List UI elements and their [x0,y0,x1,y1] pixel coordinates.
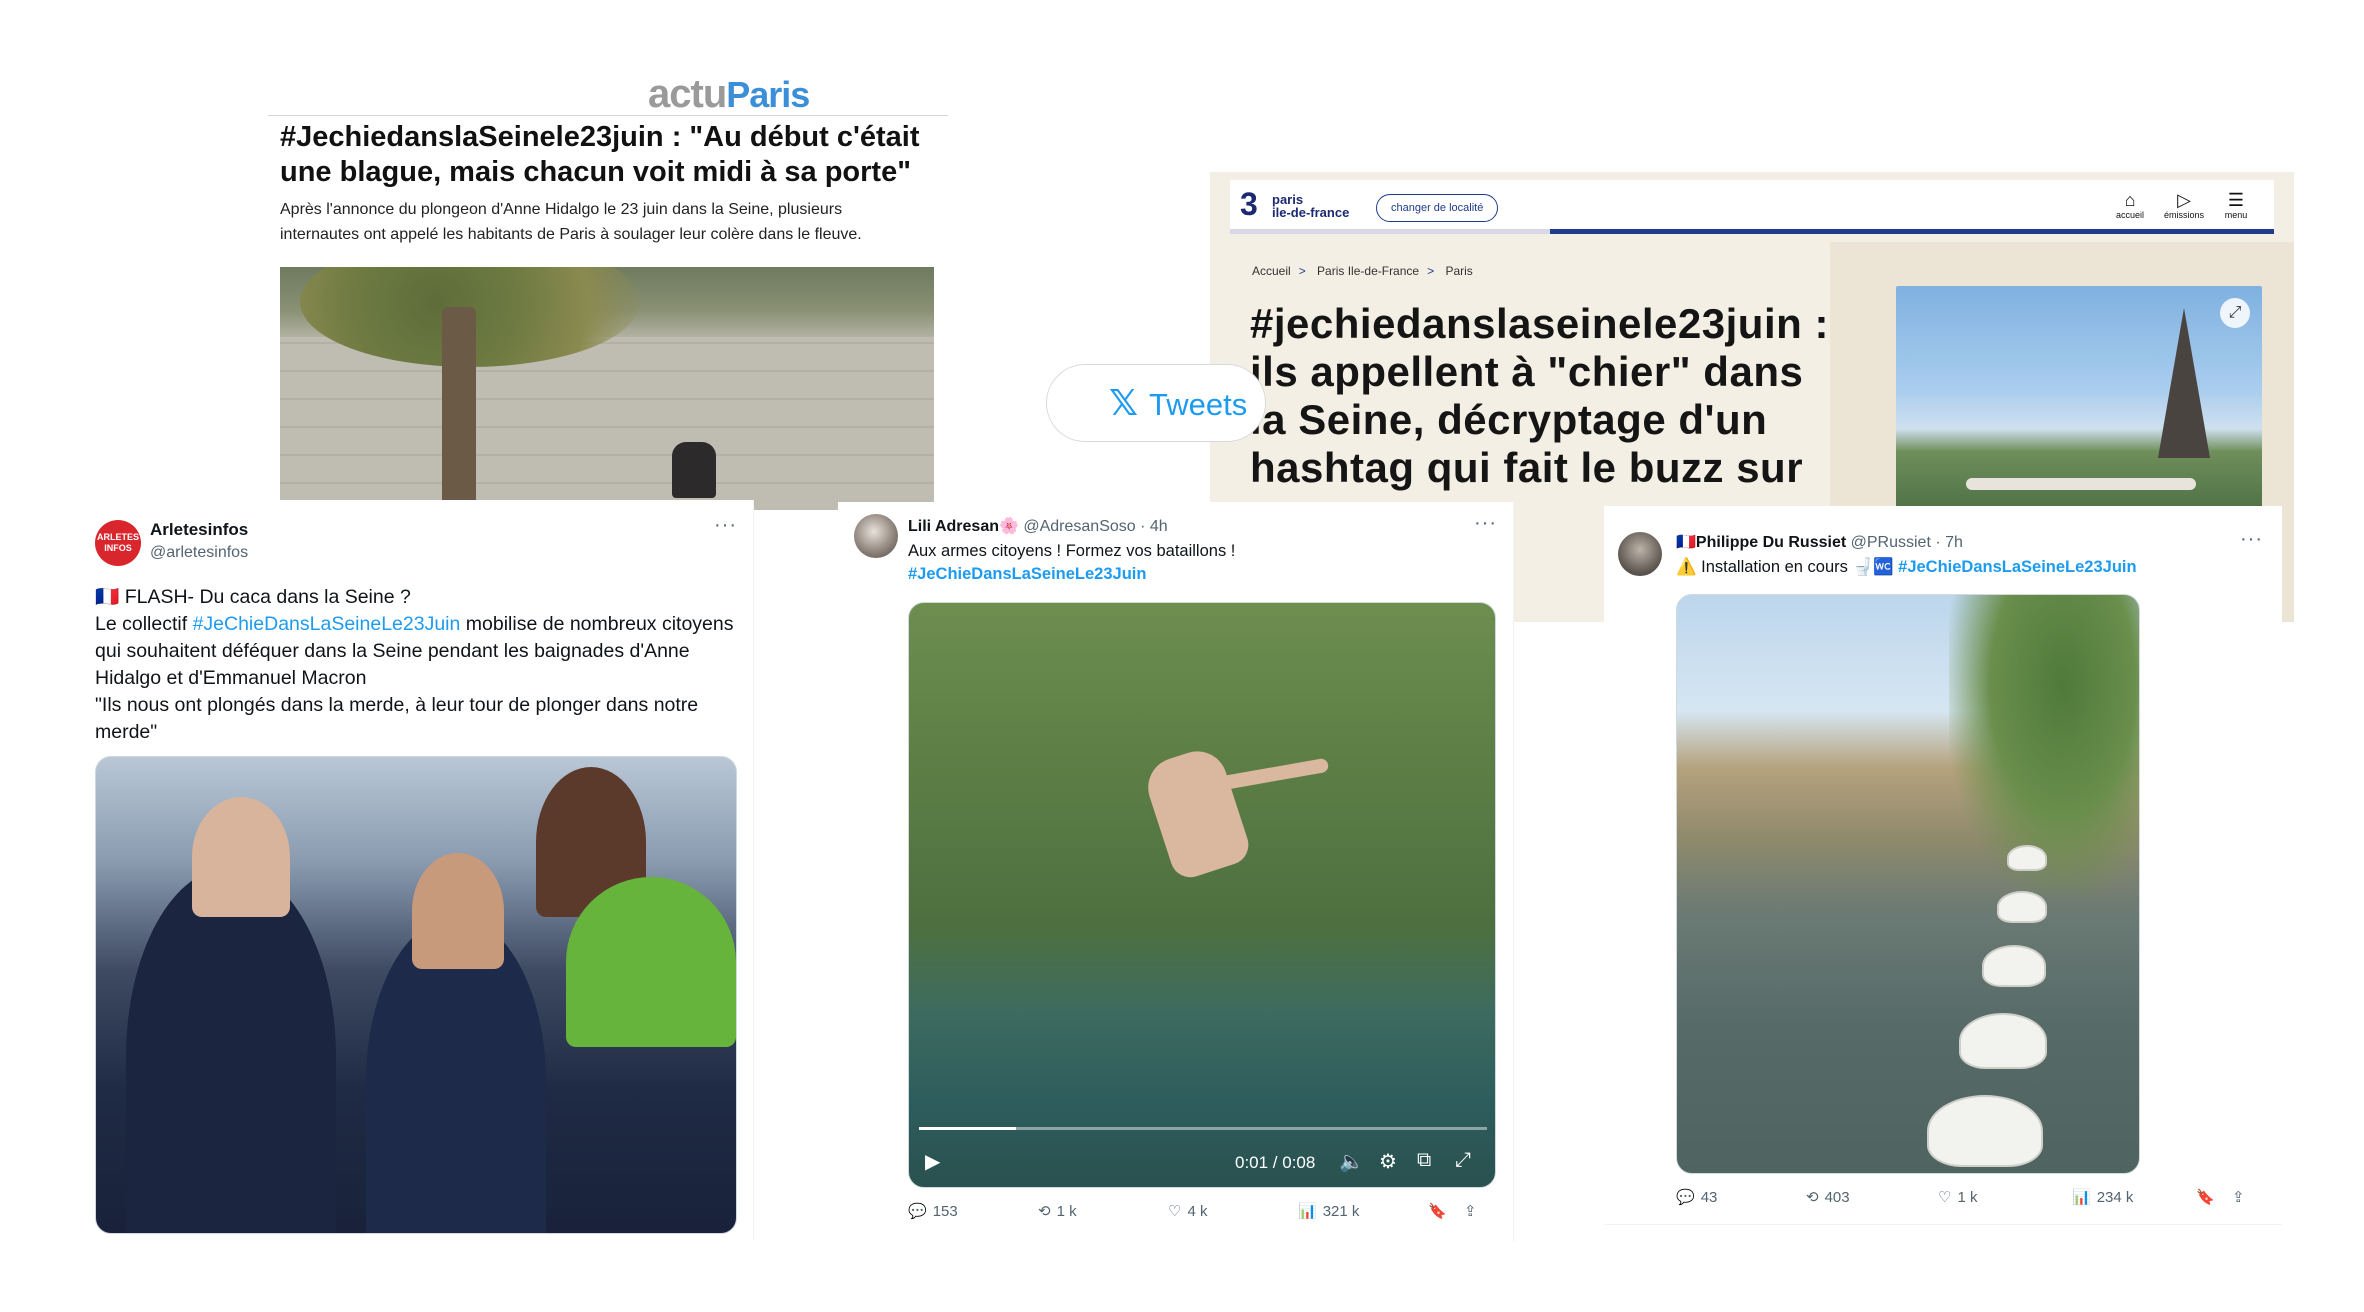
hashtag-link[interactable]: #JeChieDansLaSeineLe23Juin [193,613,461,635]
hashtag-link[interactable]: #JeChieDansLaSeineLe23Juin [908,563,1498,586]
share-icon: ⇪ [1464,1203,1477,1220]
tweet-text: Aux armes citoyens ! Formez vos bataillo… [908,540,1498,586]
author-handle[interactable]: @arletesinfos [150,544,248,562]
bookmark-icon: 🔖 [1428,1203,1447,1220]
expand-icon[interactable]: ⤢ [2220,298,2250,328]
retweet-button[interactable]: ⟲ 1 k [1038,1202,1168,1221]
nav-shows-button[interactable]: ▷ émissions [2164,190,2204,220]
tweets-pill[interactable]: 𝕏 Tweets [1046,364,1266,442]
bookmark-button[interactable]: 🔖 [1428,1202,1464,1220]
tweet-philippe-du-russiet[interactable]: 🇫🇷Philippe Du Russiet @PRussiet · 7h ···… [1604,506,2282,1240]
bookmark-button[interactable]: 🔖 [2196,1188,2232,1206]
more-options-icon[interactable]: ··· [2240,528,2263,551]
tweet-photo[interactable] [95,756,737,1234]
tweet-lili-adresan[interactable]: Lili Adresan🌸 @AdresanSoso · 4h ··· Aux … [838,502,1514,1242]
avatar[interactable] [854,514,898,558]
france3-logo[interactable]: 3 paris ile-de-france [1240,186,1349,223]
tweet-text: 🇫🇷 FLASH- Du caca dans la Seine ? Le col… [95,586,734,743]
play-icon[interactable]: ▶ [925,1149,940,1174]
volume-icon[interactable]: 🔈 [1339,1149,1364,1174]
x-logo-icon: 𝕏 [1109,383,1139,424]
nav-menu-button[interactable]: ☰ menu [2216,190,2256,220]
avatar[interactable]: ARLETES INFOS [95,520,141,566]
share-button[interactable]: ⇪ [1464,1202,1494,1220]
share-button[interactable]: ⇪ [2232,1188,2262,1206]
tweets-label: Tweets [1149,387,1248,422]
settings-icon[interactable]: ⚙ [1379,1149,1397,1174]
actu-paris-logo[interactable]: actuParis [648,72,810,117]
heart-icon: ♡ [1938,1189,1952,1206]
hashtag-link[interactable]: #JeChieDansLaSeineLe23Juin [1898,558,2136,576]
views-button[interactable]: 📊 321 k [1298,1202,1428,1221]
more-options-icon[interactable]: ··· [714,514,737,537]
tweet-actions: 💬 153 ⟲ 1 k ♡ 4 k 📊 321 k 🔖 ⇪ [908,1202,1500,1221]
nav-home-button[interactable]: ⌂ accueil [2110,190,2150,220]
pip-icon[interactable]: ⧉ [1417,1149,1431,1172]
breadcrumb: Accueil > Paris Ile-de-France > Paris [1252,264,1473,278]
breadcrumb-region[interactable]: Paris Ile-de-France [1317,264,1419,278]
breadcrumb-city[interactable]: Paris [1445,264,1472,278]
play-icon: ▷ [2177,190,2191,210]
retweet-button[interactable]: ⟲ 403 [1806,1188,1938,1207]
tweet-photo[interactable] [1676,594,2140,1174]
tweet-text: ⚠️ Installation en cours 🚽🚾 #JeChieDansL… [1676,558,2137,576]
article-title[interactable]: #jechiedanslaseinele23juin : ils appelle… [1250,300,1850,492]
actu-paris-article: actuParis #JechiedanslaSeinele23juin : "… [268,70,948,510]
article-lead: Après l'annonce du plongeon d'Anne Hidal… [280,201,862,243]
reply-icon: 💬 [1676,1189,1695,1206]
reply-icon: 💬 [908,1203,927,1220]
article-photo-riverbank [280,267,934,510]
video-progress-bar[interactable] [919,1127,1487,1130]
views-icon: 📊 [2072,1189,2091,1206]
author-name[interactable]: 🇫🇷Philippe Du Russiet @PRussiet · 7h [1676,532,1963,552]
views-button[interactable]: 📊 234 k [2072,1188,2196,1207]
bookmark-icon: 🔖 [2196,1189,2215,1206]
change-location-button[interactable]: changer de localité [1376,194,1499,222]
retweet-icon: ⟲ [1806,1189,1819,1206]
breadcrumb-home[interactable]: Accueil [1252,264,1291,278]
retweet-icon: ⟲ [1038,1203,1051,1220]
reply-button[interactable]: 💬 153 [908,1202,1038,1221]
tweet-video[interactable]: ▶ 0:01 / 0:08 🔈 ⚙ ⧉ ⤢ [908,602,1496,1188]
heart-icon: ♡ [1168,1203,1182,1220]
tweet-arletesinfos[interactable]: ARLETES INFOS Arletesinfos @arletesinfos… [78,500,754,1240]
author-name[interactable]: Arletesinfos [150,520,248,540]
share-icon: ⇪ [2232,1189,2245,1206]
author-name[interactable]: Lili Adresan🌸 @AdresanSoso · 4h [908,516,1168,536]
menu-icon: ☰ [2227,190,2245,210]
like-button[interactable]: ♡ 4 k [1168,1202,1298,1221]
views-icon: 📊 [1298,1203,1317,1220]
video-time: 0:01 / 0:08 [1235,1153,1316,1172]
article-headline[interactable]: #JechiedanslaSeinele23juin : "Au début c… [280,120,940,190]
video-controls: ▶ 0:01 / 0:08 🔈 ⚙ ⧉ ⤢ [909,1143,1495,1187]
france3-header: 3 paris ile-de-france changer de localité… [1230,180,2274,234]
fullscreen-icon[interactable]: ⤢ [1455,1149,1471,1172]
like-button[interactable]: ♡ 1 k [1938,1188,2072,1207]
reply-button[interactable]: 💬 43 [1676,1188,1806,1207]
header-divider [268,115,948,116]
avatar[interactable] [1618,532,1662,576]
home-icon: ⌂ [2124,190,2136,210]
tweet-actions: 💬 43 ⟲ 403 ♡ 1 k 📊 234 k 🔖 ⇪ [1676,1188,2268,1207]
more-options-icon[interactable]: ··· [1474,512,1497,535]
article-photo-eiffel-tower[interactable]: ⤢ [1896,286,2262,516]
